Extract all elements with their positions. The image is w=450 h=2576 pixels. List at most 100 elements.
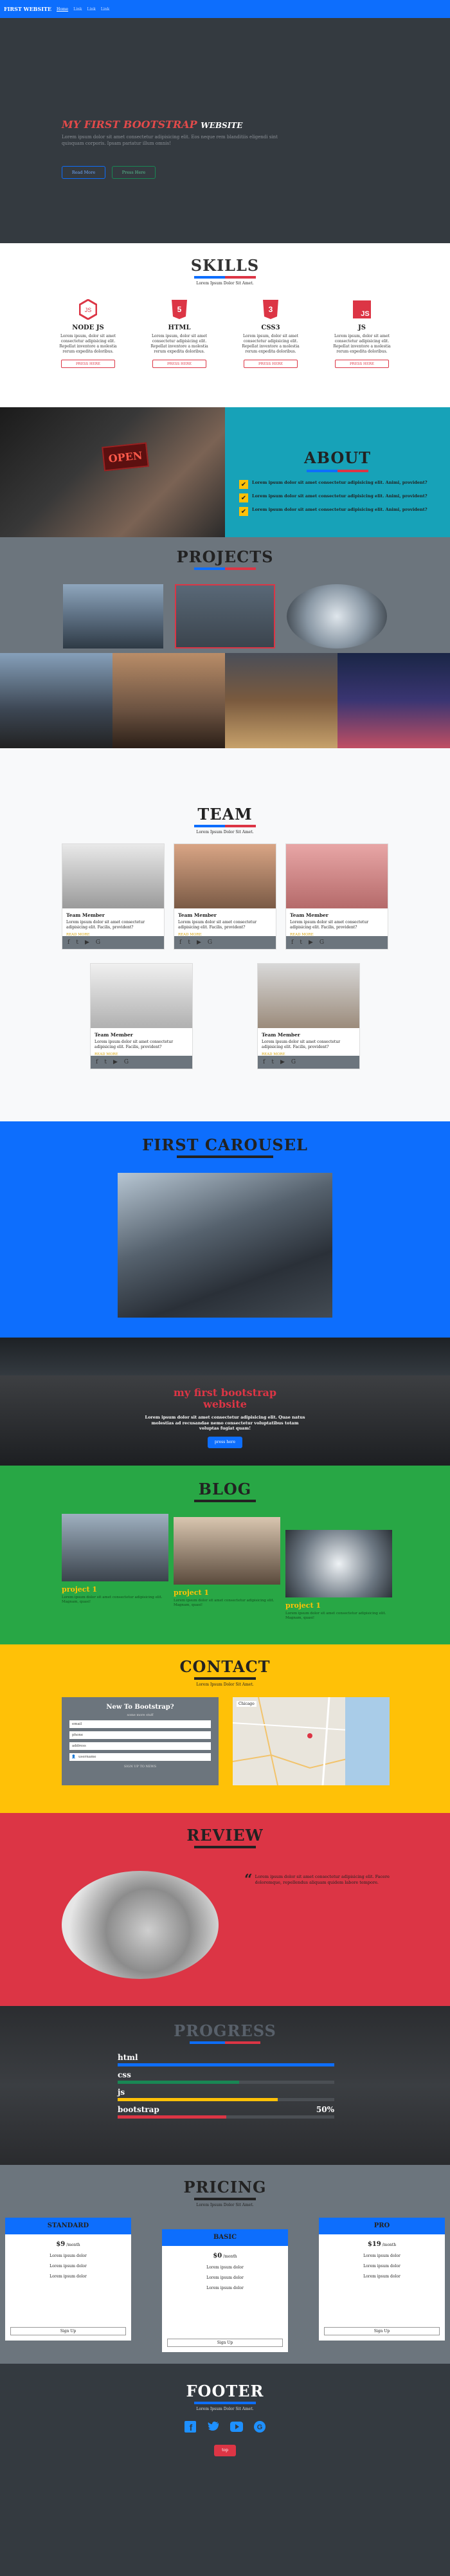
skill-text: Lorem ipsum, dolor sit amet consectetur … [333,334,391,354]
press-here-button[interactable]: press here [208,1437,242,1449]
skills-subtitle: Lorem Ipsum Dolor Sit Amet. [196,281,254,286]
signup-submit[interactable]: SIGN UP TO NEWS [120,1765,161,1769]
carousel-slide[interactable] [118,1173,332,1318]
google-icon[interactable]: G [291,1059,296,1065]
blog-post-title[interactable]: project 1 [62,1585,168,1594]
username-placeholder: username [78,1755,96,1759]
progress-fill [118,2063,334,2066]
blog-section: BLOG project 1 Lorem ipsum dolor sit ame… [0,1466,450,1644]
skills-title: SKILLS [190,256,260,275]
project-image[interactable] [287,584,387,649]
youtube-icon[interactable]: ▶ [309,939,313,946]
facebook-icon[interactable]: f [263,1059,265,1065]
google-icon[interactable]: G [320,939,324,946]
contact-title: CONTACT [179,1657,271,1676]
about-title: ABOUT [303,448,372,467]
press-here-button[interactable]: PRESS HERE [61,360,115,369]
username-field[interactable]: 👤 username [69,1753,211,1761]
map-embed[interactable]: Chicago [233,1697,390,1785]
plan-name: STANDARD [5,2218,131,2234]
nav-link-home[interactable]: Home [57,7,68,12]
contact-section: CONTACT Lorem Ipsum Dolor Sit Amet. New … [0,1644,450,1813]
sign-up-button[interactable]: Sign Up [10,2327,126,2335]
twitter-icon[interactable]: t [104,1059,107,1065]
gallery-image[interactable] [338,653,450,748]
review-text: Lorem ipsum dolor sit amet consectetur a… [255,1874,390,1886]
sign-up-button[interactable]: Sign Up [167,2339,283,2347]
blog-image [174,1517,280,1585]
blog-post-title[interactable]: project 1 [174,1588,280,1597]
nav-link[interactable]: Link [73,7,82,12]
member-photo [286,844,388,908]
promo-text: Lorem ipsum dolor sit amet consectetur a… [145,1414,305,1431]
plan-feature: Lorem ipsum dolor [50,2264,87,2268]
price-period: /month [382,2243,397,2247]
skill-text: Lorem ipsum, dolor sit amet consectetur … [150,334,208,354]
open-sign: OPEN [102,442,149,472]
project-image[interactable] [175,584,275,649]
brand-logo[interactable]: FIRST WEBSITE [4,6,51,12]
carousel-title: FIRST CAROUSEL [142,1136,308,1154]
press-here-button[interactable]: PRESS HERE [244,360,298,369]
read-more-button[interactable]: Read More [62,166,105,179]
progress-label: css [118,2070,131,2079]
twitter-icon[interactable]: t [76,939,78,946]
nav-link[interactable]: Link [101,7,109,12]
price-value: $9 [56,2241,66,2248]
youtube-icon[interactable]: ▶ [85,939,89,946]
google-icon[interactable]: G [253,2420,266,2433]
nav-link[interactable]: Link [87,7,96,12]
social-bar: f t ▶ G [62,936,164,949]
twitter-icon[interactable]: t [271,1059,274,1065]
blog-card[interactable]: project 1 Lorem ipsum dolor sit amet con… [285,1530,392,1621]
sign-up-button[interactable]: Sign Up [324,2327,440,2335]
gallery-image[interactable] [225,653,338,748]
back-to-top-button[interactable]: top [214,2445,236,2456]
svg-text:JS: JS [85,307,92,313]
facebook-icon[interactable]: f [68,939,69,946]
skill-name: NODE JS [72,324,104,331]
blog-card[interactable]: project 1 Lorem ipsum dolor sit amet con… [62,1514,168,1605]
team-section: TEAM Lorem Ipsum Dolor Sit Amet. Team Me… [0,748,450,1121]
project-image[interactable] [63,584,163,649]
quote-icon: “ [244,1872,253,1888]
css3-icon: 3 [261,299,280,320]
progress-value: 50% [316,2105,334,2114]
google-icon[interactable]: G [208,939,212,946]
press-here-button[interactable]: Press Here [112,166,156,179]
twitter-icon[interactable]: t [300,939,302,946]
google-icon[interactable]: G [96,939,100,946]
progress-label: bootstrap [118,2105,159,2114]
facebook-icon[interactable]: f [184,2420,197,2433]
youtube-icon[interactable]: ▶ [280,1059,285,1065]
progress-fill [118,2098,278,2101]
phone-field[interactable]: phone [69,1731,211,1739]
twitter-icon[interactable]: t [188,939,190,946]
google-icon[interactable]: G [124,1059,129,1065]
title-underline [194,276,256,279]
email-field[interactable]: email [69,1720,211,1728]
twitter-icon[interactable] [207,2420,220,2433]
title-underline [194,1846,256,1848]
press-here-button[interactable]: PRESS HERE [152,360,206,369]
team-card: Team Member Lorem ipsum dolor sit amet co… [285,843,388,950]
gallery-image[interactable] [113,653,225,748]
team-subtitle: Lorem Ipsum Dolor Sit Amet. [196,830,254,834]
blog-post-title[interactable]: project 1 [285,1601,392,1610]
facebook-icon[interactable]: f [291,939,293,946]
address-field[interactable]: address [69,1742,211,1750]
facebook-icon[interactable]: f [96,1059,98,1065]
youtube-icon[interactable] [230,2420,243,2433]
press-here-button[interactable]: PRESS HERE [335,360,389,369]
facebook-icon[interactable]: f [179,939,181,946]
blog-card[interactable]: project 1 Lorem ipsum dolor sit amet con… [174,1517,280,1608]
youtube-icon[interactable]: ▶ [197,939,201,946]
progress-track [118,2115,334,2119]
youtube-icon[interactable]: ▶ [113,1059,118,1065]
check-icon: ✔ [239,480,248,489]
plan-feature: Lorem ipsum dolor [363,2274,401,2279]
check-icon: ✔ [239,507,248,516]
team-card: Team Member Lorem ipsum dolor sit amet co… [257,963,360,1069]
plan-price: $0 /month [162,2252,288,2259]
gallery-image[interactable] [0,653,113,748]
